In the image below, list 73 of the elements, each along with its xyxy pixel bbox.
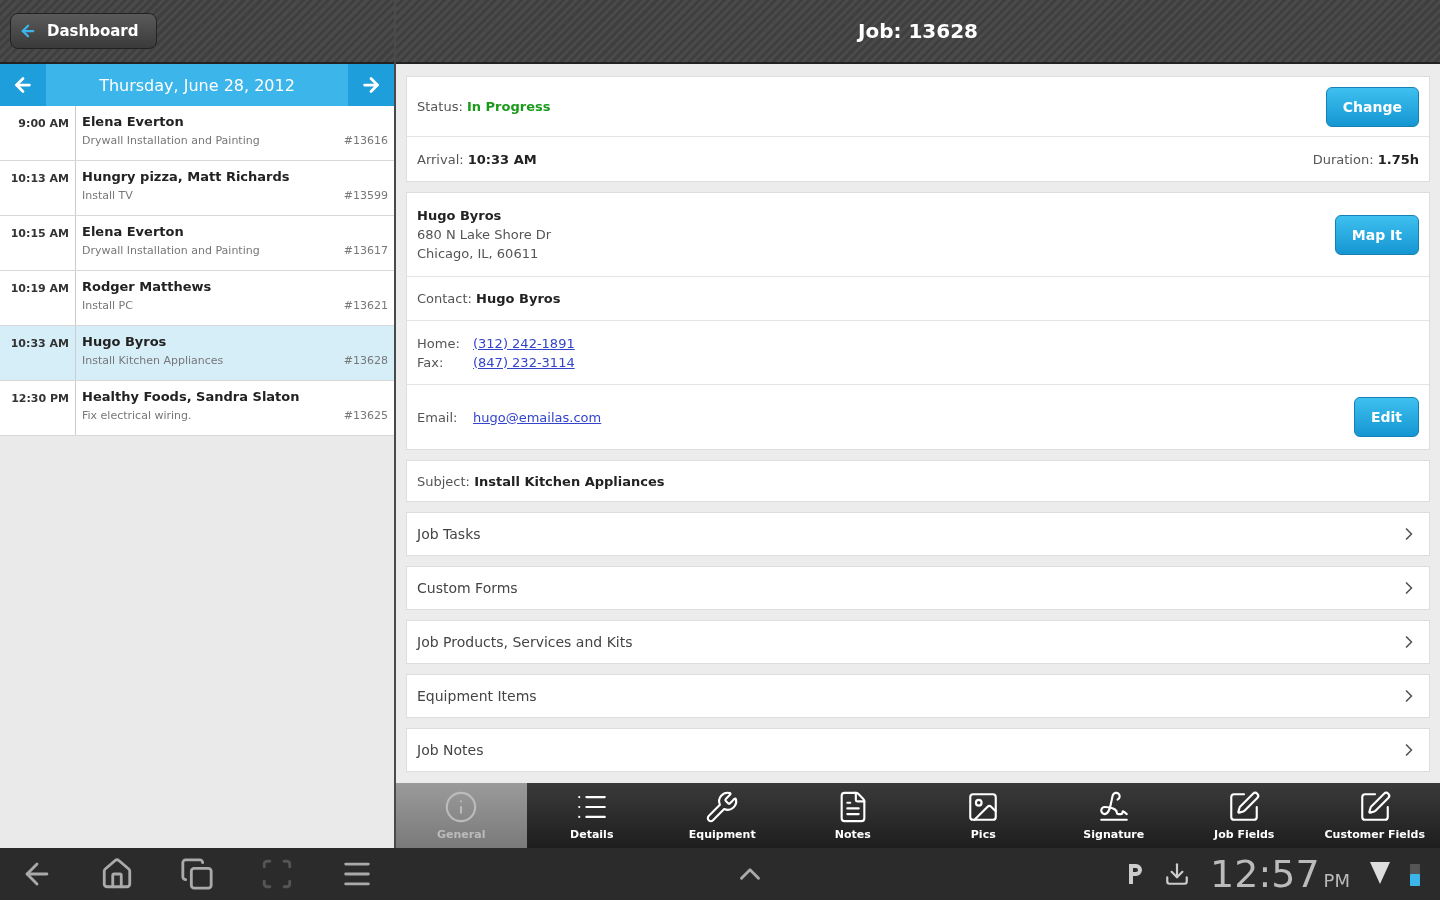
job-subject: Fix electrical wiring. (82, 409, 192, 422)
job-subject: Drywall Installation and Painting (82, 134, 260, 147)
phone-link[interactable]: (847) 232-3114 (473, 354, 575, 370)
recent-apps-icon[interactable] (180, 857, 214, 891)
section-row[interactable]: Custom Forms (406, 566, 1430, 610)
job-time: 9:00 AM (0, 106, 76, 160)
parking-icon (1126, 862, 1145, 886)
address-line: Chicago, IL, 60611 (417, 246, 540, 261)
job-time: 10:13 AM (0, 161, 76, 215)
email-link[interactable]: hugo@emailas.com (473, 409, 602, 425)
bottom-tab[interactable]: Pics (918, 783, 1049, 848)
phone-label: Home: (417, 335, 461, 351)
bottom-tab[interactable]: Notes (787, 783, 918, 848)
job-time: 10:15 AM (0, 216, 76, 270)
job-number: #13621 (343, 299, 388, 312)
phone-label: Fax: (417, 354, 445, 370)
job-number: #13628 (343, 354, 388, 367)
status-text: Status: In Progress (417, 99, 551, 114)
previous-day-button[interactable] (0, 64, 46, 106)
job-customer: Elena Everton (82, 224, 185, 239)
job-list-item[interactable]: 12:30 PM Healthy Foods, Sandra Slaton Fix electrical wiring. #13625 (0, 381, 394, 436)
job-list-item[interactable]: 10:15 AM Elena Everton Drywall Installation and Painting #13617 (0, 216, 394, 271)
job-list-item[interactable]: 10:19 AM Rodger Matthews Install PC #13621 (0, 271, 394, 326)
job-number: #13616 (343, 134, 388, 147)
job-customer: Hugo Byros (82, 334, 168, 349)
clock-period: PM (1323, 869, 1350, 891)
job-list-item[interactable]: 9:00 AM Elena Everton Drywall Installation and Painting #13616 (0, 106, 394, 161)
arrival-text: Arrival: 10:33 AM (417, 151, 537, 167)
job-number: #13625 (343, 409, 388, 422)
job-customer: Rodger Matthews (82, 279, 213, 294)
home-icon[interactable] (100, 857, 134, 891)
job-list-item[interactable]: 10:13 AM Hungry pizza, Matt Richards Install TV #13599 (0, 161, 394, 216)
wrench-icon (705, 790, 740, 824)
section-row[interactable]: Job Products, Services and Kits (406, 620, 1430, 664)
info-icon (444, 790, 479, 824)
customer-name: Hugo Byros (417, 208, 503, 223)
bottom-tab[interactable]: Equipment (657, 783, 788, 848)
job-number: #13617 (343, 244, 388, 257)
duration-text: Duration: 1.75h (1312, 151, 1419, 167)
email-label: Email: (417, 409, 459, 425)
date-label: Thursday, June 28, 2012 (98, 74, 296, 97)
address-line: 680 N Lake Shore Dr (417, 227, 552, 242)
dashboard-button[interactable]: Dashboard (10, 13, 158, 49)
job-customer: Healthy Foods, Sandra Slaton (82, 389, 301, 404)
job-list-item[interactable]: 10:33 AM Hugo Byros Install Kitchen Appliances #13628 (0, 326, 394, 381)
job-subject: Drywall Installation and Painting (82, 244, 260, 257)
job-time: 10:33 AM (0, 326, 76, 380)
bottom-tab[interactable]: Job Fields (1179, 783, 1310, 848)
subject-text: Subject: Install Kitchen Appliances (417, 473, 665, 489)
next-day-button[interactable] (348, 64, 394, 106)
job-customer: Hungry pizza, Matt Richards (82, 169, 291, 184)
clock-time: 12:57 (1210, 852, 1320, 896)
contact-text: Contact: Hugo Byros (417, 291, 561, 306)
bottom-tab[interactable]: Customer Fields (1309, 783, 1440, 848)
section-row[interactable]: Job Tasks (406, 512, 1430, 556)
wifi-signal-icon (1370, 862, 1390, 886)
section-row[interactable]: Job Notes (406, 728, 1430, 772)
job-customer: Elena Everton (82, 114, 185, 129)
battery-icon (1410, 862, 1420, 886)
job-subject: Install TV (82, 189, 133, 202)
right-arrow-icon (360, 74, 382, 96)
bottom-tab[interactable]: Signature (1048, 783, 1179, 848)
job-time: 10:19 AM (0, 271, 76, 325)
job-title: Job: 13628 (857, 19, 978, 43)
job-subject: Install PC (82, 299, 133, 312)
job-time: 12:30 PM (0, 381, 76, 435)
job-subject: Install Kitchen Appliances (82, 354, 224, 367)
section-row[interactable]: Equipment Items (406, 674, 1430, 718)
phone-link[interactable]: (312) 242-1891 (473, 335, 575, 351)
job-number: #13599 (343, 189, 388, 202)
bottom-tab[interactable]: Details (526, 783, 657, 848)
edit-icon (1227, 790, 1262, 824)
download-icon (1164, 861, 1191, 887)
